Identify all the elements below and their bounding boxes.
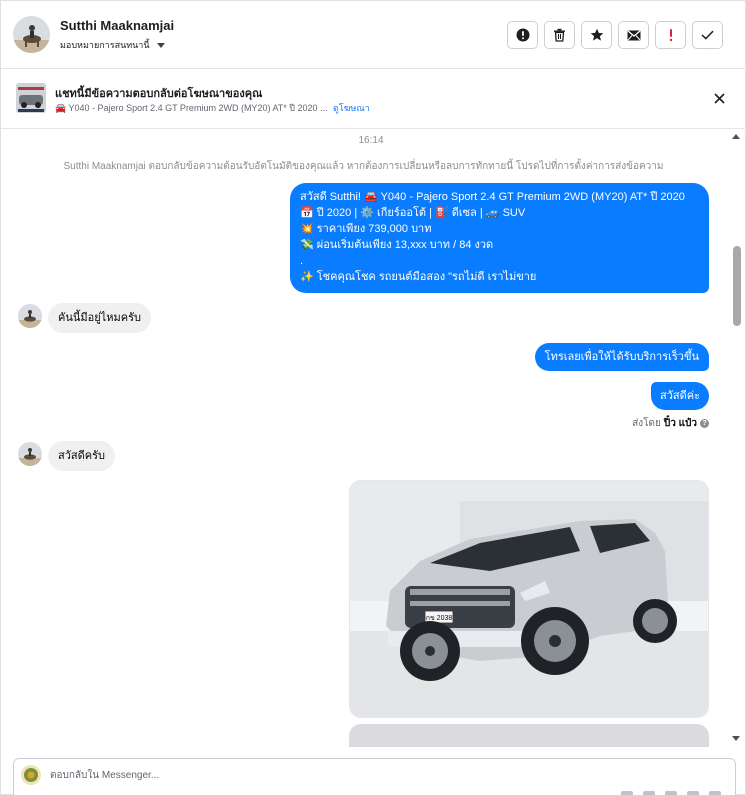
envelope-icon: [627, 30, 640, 40]
welcome-line: 📅 ปี 2020 | ⚙️ เกียร์ออโต้ | ⛽ ดีเซล | 🚙…: [300, 207, 526, 219]
thread-header: Sutthi Maaknamjai มอบหมายการสนทนานี้: [1, 1, 746, 69]
mark-spam-button[interactable]: [507, 21, 538, 49]
ad-thumbnail[interactable]: [16, 83, 46, 113]
welcome-line: ✨ โชคคุณโชค รถยนต์มือสอง "รถไม่ดี เราไม่…: [300, 271, 537, 283]
trash-icon: [554, 28, 565, 42]
scroll-up-arrow-icon[interactable]: [732, 134, 740, 139]
message-thread: 16:14 Sutthi Maaknamjai ตอบกลับข้อความต้…: [1, 130, 746, 747]
scroll-down-arrow-icon[interactable]: [732, 736, 740, 741]
outgoing-message[interactable]: สวัสดีค่ะ: [650, 382, 709, 410]
assign-label: มอบหมายการสนทนานี้: [60, 40, 150, 50]
ad-name: 🚘 Y040 - Pajero Sport 2.4 GT Premium 2WD…: [55, 103, 328, 113]
composer-tools: [621, 791, 721, 795]
alert-circle-icon: [516, 28, 529, 42]
sent-by-name: ปิ๋ว แป๋ว: [663, 418, 697, 429]
auto-reply-notice: Sutthi Maaknamjai ตอบกลับข้อความต้อนรับอ…: [63, 161, 664, 172]
sender-avatar[interactable]: [18, 304, 42, 328]
star-button[interactable]: [581, 21, 612, 49]
sent-by-info: ส่งโดย ปิ๋ว แป๋ว ?: [632, 416, 709, 431]
saved-reply-icon[interactable]: [665, 791, 677, 795]
license-plate-text: กข 2038: [426, 615, 453, 622]
incoming-message[interactable]: คันนี้มีอยู่ไหมครับ: [48, 303, 151, 333]
reply-input[interactable]: [50, 766, 610, 784]
welcome-message-bubble[interactable]: สวัสดี Sutthi! 🚘 Y040 - Pajero Sport 2.4…: [290, 183, 709, 293]
welcome-line: .: [300, 255, 304, 267]
outgoing-message[interactable]: โทรเลยเพื่อให้ได้รับบริการเร็วขึ้น: [534, 343, 709, 371]
delete-button[interactable]: [544, 21, 575, 49]
more-icon[interactable]: [709, 791, 721, 795]
contact-name[interactable]: Sutthi Maaknamjai: [60, 18, 174, 33]
emoji-icon[interactable]: [643, 791, 655, 795]
ad-reply-banner: แชทนี้มีข้อความตอบกลับต่อโฆษณาของคุณ 🚘 Y…: [1, 70, 746, 129]
help-icon[interactable]: ?: [700, 419, 709, 428]
attachment-icon[interactable]: [621, 791, 633, 795]
car-photo-attachment[interactable]: [349, 724, 709, 747]
check-icon: [701, 30, 714, 40]
chevron-down-icon: [156, 42, 165, 48]
scrollbar-thumb[interactable]: [733, 246, 741, 326]
car-photo-attachment[interactable]: กข 2038: [349, 480, 709, 718]
ad-banner-title: แชทนี้มีข้อความตอบกลับต่อโฆษณาของคุณ: [55, 88, 263, 100]
welcome-line: 💥 ราคาเพียง 739,000 บาท: [300, 223, 432, 235]
messenger-inbox-thread: Sutthi Maaknamjai มอบหมายการสนทนานี้ แชท…: [0, 0, 746, 795]
image-icon[interactable]: [687, 791, 699, 795]
welcome-line: สวัสดี Sutthi! 🚘 Y040 - Pajero Sport 2.4…: [300, 191, 685, 203]
mark-unread-button[interactable]: [618, 21, 649, 49]
mark-done-button[interactable]: [692, 21, 723, 49]
sent-by-prefix: ส่งโดย: [632, 418, 661, 429]
message-composer: [13, 758, 736, 795]
close-banner-button[interactable]: [711, 90, 727, 106]
page-avatar: [21, 765, 41, 785]
star-icon: [590, 28, 603, 41]
contact-avatar[interactable]: [13, 16, 50, 53]
follow-up-button[interactable]: [655, 21, 686, 49]
exclamation-icon: [669, 29, 672, 42]
view-ad-link[interactable]: ดูโฆษณา: [333, 103, 370, 113]
chat-scrollbar[interactable]: [732, 130, 745, 747]
incoming-message[interactable]: สวัสดีครับ: [48, 441, 115, 471]
assign-conversation-dropdown[interactable]: มอบหมายการสนทนานี้: [60, 38, 165, 52]
thread-actions: [507, 21, 723, 49]
ad-banner-subtitle: 🚘 Y040 - Pajero Sport 2.4 GT Premium 2WD…: [55, 101, 370, 115]
welcome-line: 💸 ผ่อนเริ่มต้นเพียง 13,xxx บาท / 84 งวด: [300, 239, 494, 251]
message-timestamp: 16:14: [358, 135, 384, 146]
sender-avatar[interactable]: [18, 442, 42, 466]
close-icon: [713, 92, 725, 104]
